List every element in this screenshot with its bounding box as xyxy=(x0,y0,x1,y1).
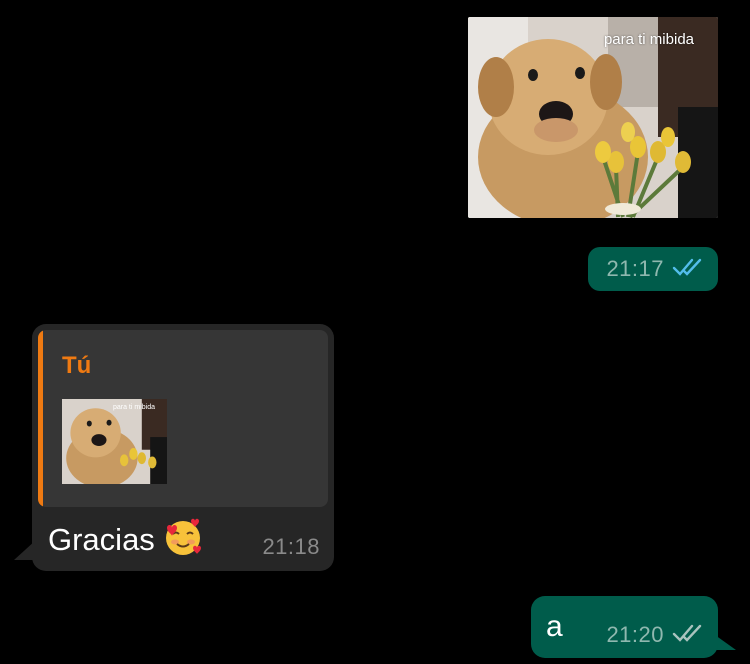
delivered-ticks-icon xyxy=(672,623,704,648)
quote-thumbnail: para ti mibida xyxy=(62,399,167,484)
dog-flowers-image[interactable]: para ti mibida xyxy=(468,17,718,218)
message-time: 21:20 xyxy=(606,622,664,647)
sticker-time-bubble[interactable]: 21:17 xyxy=(588,247,718,291)
message-meta: 21:20 xyxy=(606,622,704,648)
message-text: Gracias xyxy=(48,518,203,566)
message-time: 21:17 xyxy=(606,256,664,281)
read-ticks-icon xyxy=(672,257,704,282)
incoming-message-bubble[interactable]: Tú para ti mibida Gracias 21:18 xyxy=(32,324,334,571)
message-time: 21:18 xyxy=(262,534,320,559)
chat-area: para ti mibida 21:17 Tú para ti mibida G… xyxy=(0,0,750,664)
quote-accent-bar xyxy=(38,330,43,507)
image-caption: para ti mibida xyxy=(603,31,694,48)
quoted-message[interactable]: Tú para ti mibida xyxy=(38,330,328,507)
smiling-face-with-hearts-icon xyxy=(163,518,203,566)
outgoing-message-bubble[interactable]: a 21:20 xyxy=(531,596,718,658)
message-text-content: Gracias xyxy=(48,522,155,558)
quote-author: Tú xyxy=(62,352,92,379)
thumbnail-caption: para ti mibida xyxy=(112,404,155,411)
message-text: a xyxy=(546,610,563,643)
